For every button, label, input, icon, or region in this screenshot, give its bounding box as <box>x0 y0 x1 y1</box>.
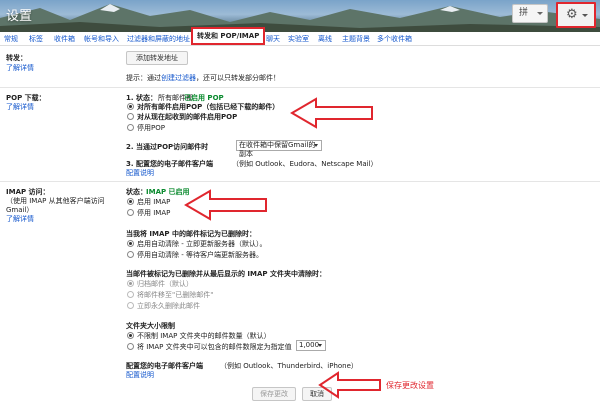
pop-learn-more-link[interactable]: 了解详情 <box>6 102 34 112</box>
save-changes-button[interactable]: 保存更改 <box>252 387 296 401</box>
imap-deleted-heading: 当我将 IMAP 中的邮件标记为已删除时： <box>126 230 256 238</box>
folder-no-limit-radio[interactable] <box>127 332 134 339</box>
settings-tab-bar: 常规 标签 收件箱 帐号和导入 过滤器和屏蔽的地址 转发和 POP/IMAP 聊… <box>0 27 600 46</box>
imap-disable-radio[interactable] <box>127 209 134 216</box>
imap-expunged-heading: 当邮件被标记为已删除并从最后显示的 IMAP 文件夹中清除时： <box>126 270 326 278</box>
move-to-trash-label: 将邮件移至"已删除邮件" <box>137 291 214 299</box>
tab-inbox[interactable]: 收件箱 <box>54 34 75 44</box>
imap-client-hint: （例如 Outlook、Thunderbird、iPhone） <box>220 362 358 370</box>
add-forwarding-address-button[interactable]: 添加转发地址 <box>126 51 188 65</box>
tab-accounts-import[interactable]: 帐号和导入 <box>84 34 119 44</box>
pop-all-mail-label: 对所有邮件启用POP（包括已经下载的邮件） <box>137 103 280 111</box>
folder-size-heading: 文件夹大小限制 <box>126 322 175 330</box>
chevron-down-icon <box>582 14 588 17</box>
pop-new-mail-label: 对从现在起收到的邮件启用POP <box>137 113 238 121</box>
forwarding-heading: 转发： <box>6 54 27 62</box>
gear-icon: ⚙ <box>566 7 578 22</box>
auto-expunge-on-label: 启用自动清除 - 立即更新服务器（默认）。 <box>137 240 267 248</box>
auto-expunge-on-radio[interactable] <box>127 240 134 247</box>
section-divider <box>0 181 600 182</box>
imap-enable-radio[interactable] <box>127 198 134 205</box>
pop-action-select-value: 在收件箱中保留Gmail的副本 <box>239 141 316 158</box>
tab-filters[interactable]: 过滤器和屏蔽的地址 <box>127 34 190 44</box>
input-tools-label: 拼 <box>519 8 529 18</box>
folder-limit-select[interactable]: 1,000 <box>296 340 326 351</box>
forwarding-tip: 提示：通过创建过滤器，还可以只转发部分邮件！ <box>126 73 280 83</box>
pop-all-mail-radio[interactable] <box>127 103 134 110</box>
header-banner: 设置 拼 ⚙ <box>0 0 600 32</box>
move-to-trash-radio[interactable] <box>127 291 134 298</box>
tab-labs[interactable]: 实验室 <box>288 34 309 44</box>
settings-gear-button[interactable]: ⚙ <box>556 2 596 28</box>
pop-new-mail-radio[interactable] <box>127 113 134 120</box>
auto-expunge-off-radio[interactable] <box>127 251 134 258</box>
imap-config-instructions-link[interactable]: 配置说明 <box>126 370 154 380</box>
annotation-arrow-save <box>318 371 381 399</box>
delete-forever-radio[interactable] <box>127 302 134 309</box>
pop-disable-radio[interactable] <box>127 124 134 131</box>
chevron-down-icon <box>314 144 318 147</box>
mountain-background <box>0 4 600 32</box>
chevron-down-icon <box>318 344 322 347</box>
folder-limit-label: 将 IMAP 文件夹中可以包含的邮件数限定为指定值 <box>137 343 292 351</box>
tab-multiple-inboxes[interactable]: 多个收件箱 <box>377 34 412 44</box>
pop-disable-label: 停用POP <box>137 124 165 132</box>
delete-forever-label: 立即永久删除此邮件 <box>137 302 200 310</box>
input-tools-button[interactable]: 拼 <box>512 4 548 23</box>
pop-action-select[interactable]: 在收件箱中保留Gmail的副本 <box>236 140 322 158</box>
archive-message-radio[interactable] <box>127 280 134 287</box>
pop-step3-hint: （例如 Outlook、Eudora、Netscape Mail） <box>232 160 378 168</box>
forwarding-learn-more-link[interactable]: 了解详情 <box>6 63 34 73</box>
folder-no-limit-label: 不限制 IMAP 文件夹中的邮件数量（默认） <box>137 332 271 340</box>
section-divider <box>0 87 600 88</box>
imap-status-label: 状态： <box>126 188 147 196</box>
tab-offline[interactable]: 离线 <box>318 34 332 44</box>
forwarding-tip-suffix: ，还可以只转发部分邮件！ <box>196 74 280 82</box>
annotation-arrow-imap <box>184 189 267 221</box>
tab-themes[interactable]: 主题背景 <box>342 34 370 44</box>
pop-step2-label: 2. 当通过POP访问邮件时 <box>126 143 209 151</box>
save-annotation-note: 保存更改设置 <box>386 381 434 390</box>
tab-chat[interactable]: 聊天 <box>266 34 280 44</box>
archive-message-label: 归档邮件（默认） <box>137 280 193 288</box>
pop-config-instructions-link[interactable]: 配置说明 <box>126 168 154 178</box>
page-title: 设置 <box>6 9 33 24</box>
folder-limit-radio[interactable] <box>127 343 134 350</box>
forwarding-tip-prefix: 提示：通过 <box>126 74 161 82</box>
tab-forwarding-pop-imap[interactable]: 转发和 POP/IMAP <box>191 27 266 45</box>
create-filter-link[interactable]: 创建过滤器 <box>161 74 196 82</box>
imap-learn-more-link[interactable]: 了解详情 <box>6 214 34 224</box>
imap-disable-label: 停用 IMAP <box>137 209 171 217</box>
chevron-down-icon <box>537 12 543 15</box>
folder-limit-select-value: 1,000 <box>299 341 320 349</box>
tab-general[interactable]: 常规 <box>4 34 18 44</box>
imap-enable-label: 启用 IMAP <box>137 198 171 206</box>
auto-expunge-off-label: 停用自动清除 - 等待客户端更新服务器。 <box>137 251 263 259</box>
tab-labels[interactable]: 标签 <box>29 34 43 44</box>
annotation-arrow-pop <box>290 97 373 129</box>
